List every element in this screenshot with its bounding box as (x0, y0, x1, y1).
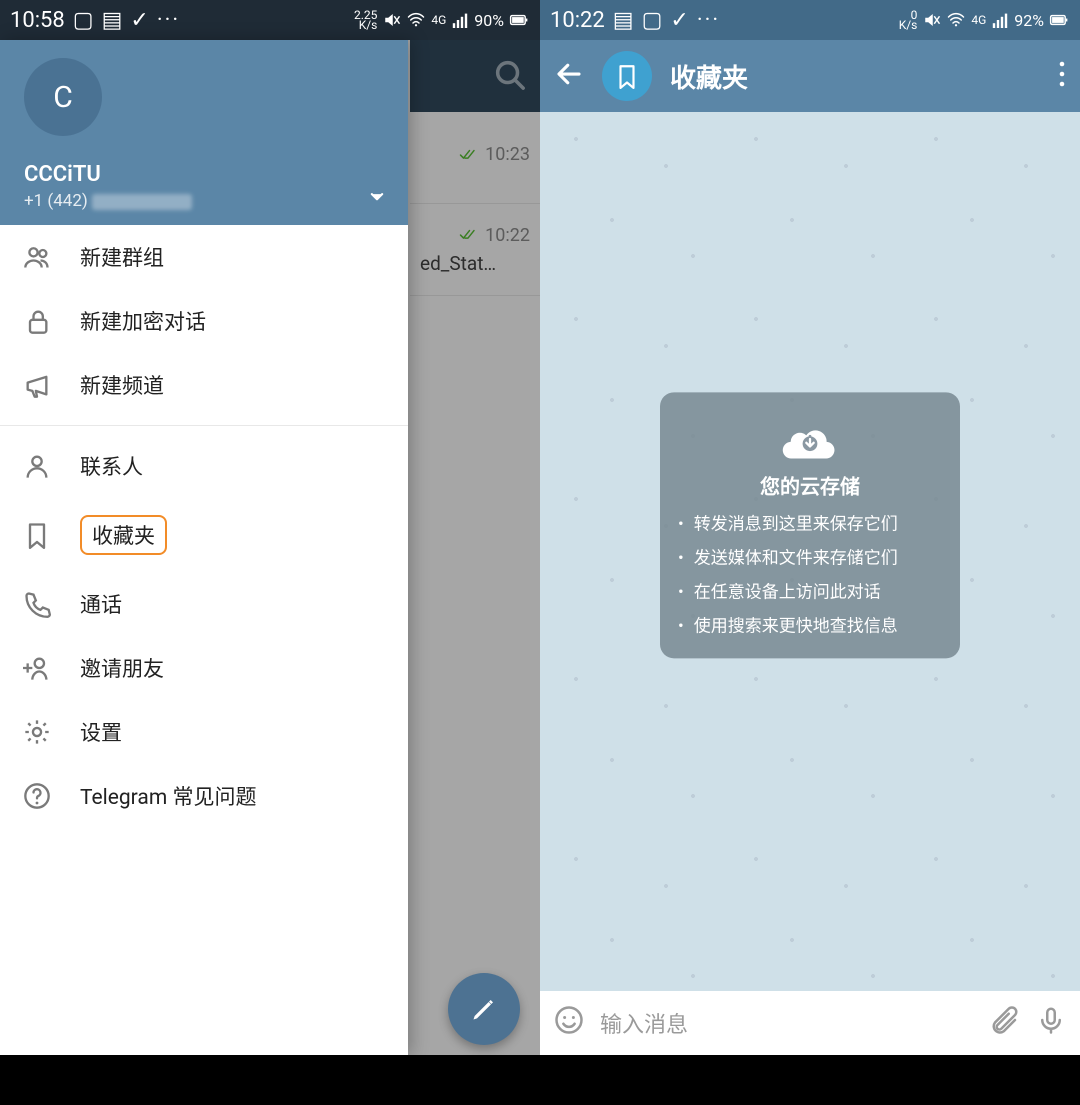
chat-background: 您的云存储 转发消息到这里来保存它们发送媒体和文件来存储它们在任意设备上访问此对… (540, 112, 1080, 991)
card-point: 转发消息到这里来保存它们 (678, 513, 942, 535)
redacted-phone (92, 194, 192, 210)
wifi-icon (407, 11, 425, 29)
drawer-item-label: 设置 (80, 717, 122, 747)
drawer-item-label: 新建加密对话 (80, 306, 206, 336)
android-navbar (540, 1055, 1080, 1105)
help-icon (22, 781, 52, 811)
status-image-icon: ▤ (613, 8, 634, 33)
cloud-download-icon (678, 412, 942, 460)
drawer-item-label: 收藏夹 (80, 515, 167, 555)
status-network-speed: 2.25K/s (354, 10, 377, 30)
battery-indicator: 92% (1014, 11, 1070, 30)
drawer-item-label: 通话 (80, 589, 122, 619)
gear-icon (22, 717, 52, 747)
drawer-item-label: Telegram 常见问题 (80, 781, 256, 811)
message-input-bar: 输入消息 (540, 991, 1080, 1055)
attach-button[interactable] (990, 1005, 1020, 1041)
navigation-drawer: C CCCiTU +1 (442) 新建群组新建加密对话新建频道联系人收藏夹通话… (0, 40, 408, 1055)
account-switch-caret-icon[interactable] (368, 186, 386, 205)
status-check-icon: ✓ (130, 8, 148, 33)
status-more-icon: ··· (697, 8, 720, 33)
chat-title: 收藏夹 (670, 58, 1040, 95)
megaphone-icon (22, 370, 52, 400)
battery-indicator: 90% (474, 11, 530, 30)
mute-icon (383, 11, 401, 29)
profile-phone: +1 (442) (24, 191, 384, 211)
more-menu-button[interactable] (1058, 59, 1066, 93)
mic-button[interactable] (1036, 1005, 1066, 1041)
chat-appbar: 收藏夹 (540, 40, 1080, 112)
card-point: 使用搜索来更快地查找信息 (678, 616, 942, 638)
status-network-speed: 0K/s (899, 10, 918, 30)
status-net-label: 4G (431, 13, 446, 27)
cloud-storage-card: 您的云存储 转发消息到这里来保存它们发送媒体和文件来存储它们在任意设备上访问此对… (660, 392, 960, 657)
card-point: 发送媒体和文件来存储它们 (678, 548, 942, 570)
phone-right-saved-messages: 10:22 ▤ ▢ ✓ ··· 0K/s 4G 92% 收藏夹 (540, 0, 1080, 1105)
wifi-icon (947, 11, 965, 29)
emoji-button[interactable] (554, 1005, 584, 1041)
phone-icon (22, 589, 52, 619)
drawer-item-label: 邀请朋友 (80, 653, 164, 683)
mute-icon (923, 11, 941, 29)
android-navbar (0, 1055, 540, 1105)
compose-fab[interactable] (448, 973, 520, 1045)
drawer-header[interactable]: C CCCiTU +1 (442) (0, 40, 408, 225)
drawer-item-label: 新建频道 (80, 370, 164, 400)
status-net-label: 4G (971, 13, 986, 27)
drawer-item-new_secret[interactable]: 新建加密对话 (0, 289, 408, 353)
signal-icon (452, 12, 468, 28)
status-bar-left: 10:58 ▢ ▤ ✓ ··· 2.25K/s 4G 90% (0, 0, 540, 40)
invite-icon (22, 653, 52, 683)
status-app-icon: ▢ (73, 8, 94, 33)
status-more-icon: ··· (157, 8, 180, 33)
lock-icon (22, 306, 52, 336)
drawer-item-faq[interactable]: Telegram 常见问题 (0, 764, 408, 828)
card-point: 在任意设备上访问此对话 (678, 582, 942, 604)
bookmark-icon (22, 520, 52, 550)
drawer-item-label: 新建群组 (80, 242, 164, 272)
status-time: 10:58 (10, 8, 65, 33)
person-icon (22, 451, 52, 481)
group-icon (22, 242, 52, 272)
signal-icon (992, 12, 1008, 28)
phone-left-drawer-open: 10:58 ▢ ▤ ✓ ··· 2.25K/s 4G 90% 10:23 (0, 0, 540, 1105)
back-button[interactable] (554, 59, 584, 93)
profile-avatar[interactable]: C (24, 58, 102, 136)
status-check-icon: ✓ (670, 8, 688, 33)
status-bar-right: 10:22 ▤ ▢ ✓ ··· 0K/s 4G 92% (540, 0, 1080, 40)
drawer-item-contacts[interactable]: 联系人 (0, 434, 408, 498)
status-time: 10:22 (550, 8, 605, 33)
drawer-item-saved[interactable]: 收藏夹 (0, 498, 408, 572)
card-title: 您的云存储 (678, 470, 942, 499)
drawer-item-new_group[interactable]: 新建群组 (0, 225, 408, 289)
saved-messages-avatar[interactable] (602, 51, 652, 101)
drawer-item-new_channel[interactable]: 新建频道 (0, 353, 408, 417)
drawer-item-label: 联系人 (80, 451, 143, 481)
drawer-item-settings[interactable]: 设置 (0, 700, 408, 764)
message-input[interactable]: 输入消息 (600, 1007, 974, 1039)
drawer-item-invite[interactable]: 邀请朋友 (0, 636, 408, 700)
drawer-separator (0, 425, 408, 426)
drawer-item-calls[interactable]: 通话 (0, 572, 408, 636)
status-app-icon: ▢ (642, 8, 663, 33)
profile-name: CCCiTU (24, 162, 384, 187)
status-image-icon: ▤ (102, 8, 123, 33)
